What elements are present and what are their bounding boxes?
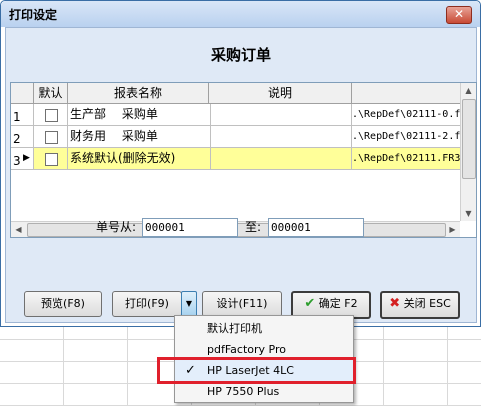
report-name-cell[interactable]: 生产部 采购单 bbox=[68, 104, 211, 125]
title-bar: 打印设定 ✕ bbox=[1, 1, 480, 27]
close-window-button[interactable]: ✕ bbox=[446, 6, 472, 24]
annotation-highlight-box bbox=[157, 357, 356, 384]
default-checkbox[interactable] bbox=[45, 153, 58, 166]
to-number-input[interactable]: 000001 bbox=[268, 218, 364, 237]
table-header: 默认 报表名称 说明 bbox=[11, 83, 460, 104]
menu-item-label: HP 7550 Plus bbox=[207, 385, 280, 398]
description-cell[interactable] bbox=[209, 148, 352, 169]
row-indicator: 1 bbox=[11, 104, 34, 125]
checkmark-icon: ✔ bbox=[304, 296, 316, 311]
print-dropdown-arrow-icon[interactable]: ▼ bbox=[181, 291, 197, 317]
to-label: 至: bbox=[245, 220, 262, 234]
report-table: 默认 报表名称 说明 1 生产部 采购单 .\RepDef\02111-0.f … bbox=[10, 82, 477, 238]
print-button[interactable]: 打印(F9) bbox=[112, 291, 182, 317]
scroll-down-icon[interactable]: ▼ bbox=[461, 206, 476, 221]
dialog-title: 打印设定 bbox=[9, 8, 58, 22]
default-cell bbox=[34, 104, 68, 125]
column-header-default[interactable]: 默认 bbox=[34, 83, 68, 103]
scroll-left-icon[interactable]: ◀ bbox=[11, 222, 26, 237]
table-row[interactable]: 2 财务用 采购单 .\RepDef\02111-2.f bbox=[11, 126, 460, 148]
description-cell[interactable] bbox=[209, 104, 352, 125]
close-button-label: 关闭 ESC bbox=[403, 297, 451, 310]
row-number: 3 bbox=[13, 154, 21, 168]
report-name-cell[interactable]: 财务用 采购单 bbox=[68, 126, 211, 147]
path-cell[interactable]: .\RepDef\02111.FR3 bbox=[352, 148, 460, 169]
from-label: 单号从: bbox=[96, 220, 137, 234]
vertical-scroll-thumb[interactable] bbox=[462, 99, 476, 179]
dialog-body: 采购订单 默认 报表名称 说明 1 生产部 采购单 .\RepDef\02111… bbox=[5, 27, 477, 323]
report-title: 采购订单 bbox=[210, 46, 271, 64]
close-icon: ✕ bbox=[453, 7, 465, 21]
row-indicator: 3 ▶ bbox=[11, 148, 34, 169]
close-button[interactable]: ✖ 关闭 ESC bbox=[380, 291, 460, 319]
menu-item-default-printer[interactable]: 默认打印机 bbox=[175, 318, 353, 339]
row-number: 2 bbox=[13, 132, 21, 146]
vertical-scrollbar[interactable]: ▲ ▼ bbox=[460, 83, 476, 221]
current-row-icon: ▶ bbox=[23, 153, 30, 163]
table-row[interactable]: 3 ▶ 系统默认(删除无效) .\RepDef\02111.FR3 bbox=[11, 148, 460, 170]
print-settings-dialog: 打印设定 ✕ 采购订单 默认 报表名称 说明 1 生产部 采购单 .\RepDe… bbox=[0, 0, 481, 327]
path-cell[interactable]: .\RepDef\02111-2.f bbox=[352, 126, 460, 147]
menu-item-hp-7550[interactable]: HP 7550 Plus bbox=[175, 381, 353, 402]
default-cell bbox=[34, 126, 68, 147]
scroll-up-icon[interactable]: ▲ bbox=[461, 83, 476, 98]
description-cell[interactable] bbox=[209, 126, 352, 147]
default-cell bbox=[34, 148, 68, 169]
default-checkbox[interactable] bbox=[45, 131, 58, 144]
design-button[interactable]: 设计(F11) bbox=[202, 291, 282, 317]
column-header-path[interactable] bbox=[352, 83, 460, 103]
report-name-cell[interactable]: 系统默认(删除无效) bbox=[68, 148, 211, 169]
column-header-description[interactable]: 说明 bbox=[209, 83, 352, 103]
row-number: 1 bbox=[13, 110, 21, 124]
default-checkbox[interactable] bbox=[45, 109, 58, 122]
column-header-report-name[interactable]: 报表名称 bbox=[68, 83, 209, 103]
ok-button-label: 确定 F2 bbox=[318, 297, 358, 310]
menu-item-label: 默认打印机 bbox=[207, 322, 262, 335]
cross-icon: ✖ bbox=[389, 296, 401, 311]
row-indicator: 2 bbox=[11, 126, 34, 147]
from-number-input[interactable]: 000001 bbox=[142, 218, 238, 237]
preview-button[interactable]: 预览(F8) bbox=[24, 291, 102, 317]
row-indicator-header bbox=[11, 83, 34, 103]
path-cell[interactable]: .\RepDef\02111-0.f bbox=[352, 104, 460, 125]
scroll-right-icon[interactable]: ▶ bbox=[445, 222, 460, 237]
table-row[interactable]: 1 生产部 采购单 .\RepDef\02111-0.f bbox=[11, 104, 460, 126]
